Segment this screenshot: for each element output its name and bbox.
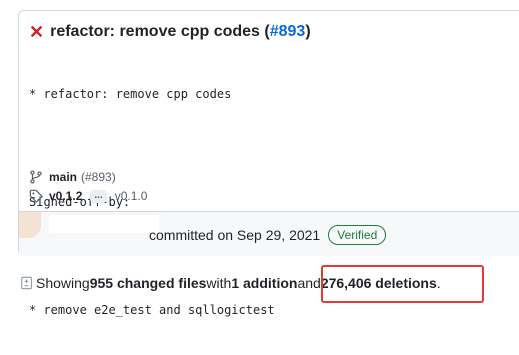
highlight-annotation <box>321 265 484 303</box>
additions-count: 1 addition <box>231 275 298 291</box>
verified-badge[interactable]: Verified <box>328 225 387 245</box>
committed-date: committed on Sep 29, 2021 <box>149 227 321 243</box>
tag-row: v0.1.2 ... v0.1.0 <box>29 189 147 203</box>
tag-base-link[interactable]: v0.1.0 <box>115 189 148 203</box>
branch-row: main (#893) <box>29 170 116 184</box>
commit-message-line: * refactor: remove cpp codes <box>29 87 232 101</box>
branch-link[interactable]: main <box>49 170 77 184</box>
committed-row: committed on Sep 29, 2021 Verified <box>149 225 387 245</box>
avatar[interactable] <box>19 212 41 238</box>
pr-link[interactable]: #893 <box>270 23 306 41</box>
summary-prefix: Showing <box>36 275 90 291</box>
summary-with: with <box>206 275 232 291</box>
status-failed-icon[interactable]: ✕ <box>29 23 44 41</box>
tag-icon <box>29 189 43 203</box>
more-tags-button[interactable]: ... <box>90 189 107 203</box>
commit-title-suffix: ) <box>305 23 311 40</box>
commit-message-line <box>29 139 275 157</box>
commit-card: ✕ refactor: remove cpp codes ( #893 ) * … <box>18 10 519 317</box>
commit-title-text[interactable]: refactor: remove cpp codes ( <box>50 23 270 41</box>
changed-files-count: 955 changed files <box>89 275 207 291</box>
branch-pr-ref[interactable]: (#893) <box>81 170 116 184</box>
tag-link[interactable]: v0.1.2 <box>49 189 82 203</box>
git-branch-icon <box>30 170 42 184</box>
commit-message-line: * remove e2e_test and sqllogictest <box>29 303 275 317</box>
committer-name[interactable] <box>49 215 159 233</box>
commit-title: ✕ refactor: remove cpp codes ( #893 ) <box>29 23 311 41</box>
file-diff-icon <box>21 276 32 290</box>
summary-and: and <box>297 275 321 291</box>
